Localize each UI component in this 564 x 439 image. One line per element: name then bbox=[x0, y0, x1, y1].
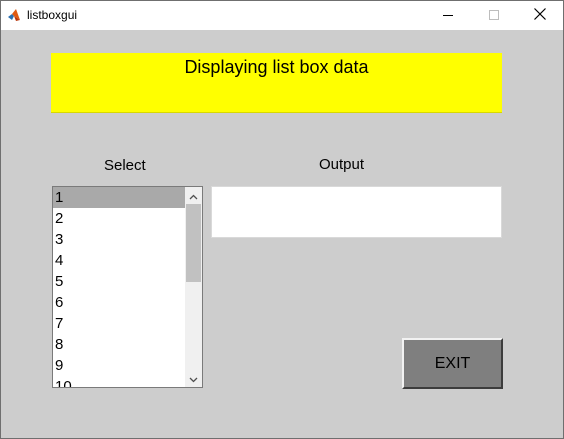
list-item[interactable]: 1 bbox=[53, 187, 185, 208]
list-item[interactable]: 7 bbox=[53, 313, 185, 334]
scroll-thumb[interactable] bbox=[186, 204, 201, 282]
close-button[interactable] bbox=[517, 1, 563, 30]
list-item[interactable]: 2 bbox=[53, 208, 185, 229]
list-item[interactable]: 4 bbox=[53, 250, 185, 271]
scroll-up-button[interactable] bbox=[185, 187, 202, 204]
exit-button[interactable]: EXIT bbox=[402, 338, 503, 389]
chevron-down-icon bbox=[189, 370, 198, 388]
listbox-scrollbar[interactable] bbox=[185, 187, 202, 387]
minimize-button[interactable] bbox=[425, 1, 471, 30]
listbox-items: 1 2 3 4 5 6 7 8 9 10 bbox=[53, 187, 185, 387]
list-item[interactable]: 3 bbox=[53, 229, 185, 250]
title-bar[interactable]: listboxgui bbox=[1, 1, 563, 30]
list-item[interactable]: 8 bbox=[53, 334, 185, 355]
list-item[interactable]: 5 bbox=[53, 271, 185, 292]
close-icon bbox=[534, 7, 546, 25]
scroll-down-button[interactable] bbox=[185, 370, 202, 387]
header-banner: Displaying list box data bbox=[51, 53, 502, 113]
output-field bbox=[211, 186, 502, 238]
app-window: listboxgui Displaying list box data Sele… bbox=[0, 0, 564, 439]
select-label: Select bbox=[104, 157, 146, 174]
select-listbox[interactable]: 1 2 3 4 5 6 7 8 9 10 bbox=[52, 186, 203, 388]
list-item[interactable]: 6 bbox=[53, 292, 185, 313]
list-item[interactable]: 10 bbox=[53, 376, 185, 387]
window-title: listboxgui bbox=[27, 8, 78, 22]
figure-area: Displaying list box data Select Output 1… bbox=[1, 30, 563, 438]
maximize-button[interactable] bbox=[471, 1, 517, 30]
matlab-icon bbox=[7, 8, 21, 22]
output-label: Output bbox=[319, 156, 365, 173]
maximize-icon bbox=[489, 7, 499, 25]
list-item[interactable]: 9 bbox=[53, 355, 185, 376]
chevron-up-icon bbox=[189, 187, 198, 205]
minimize-icon bbox=[443, 7, 453, 25]
banner-text: Displaying list box data bbox=[184, 57, 369, 77]
